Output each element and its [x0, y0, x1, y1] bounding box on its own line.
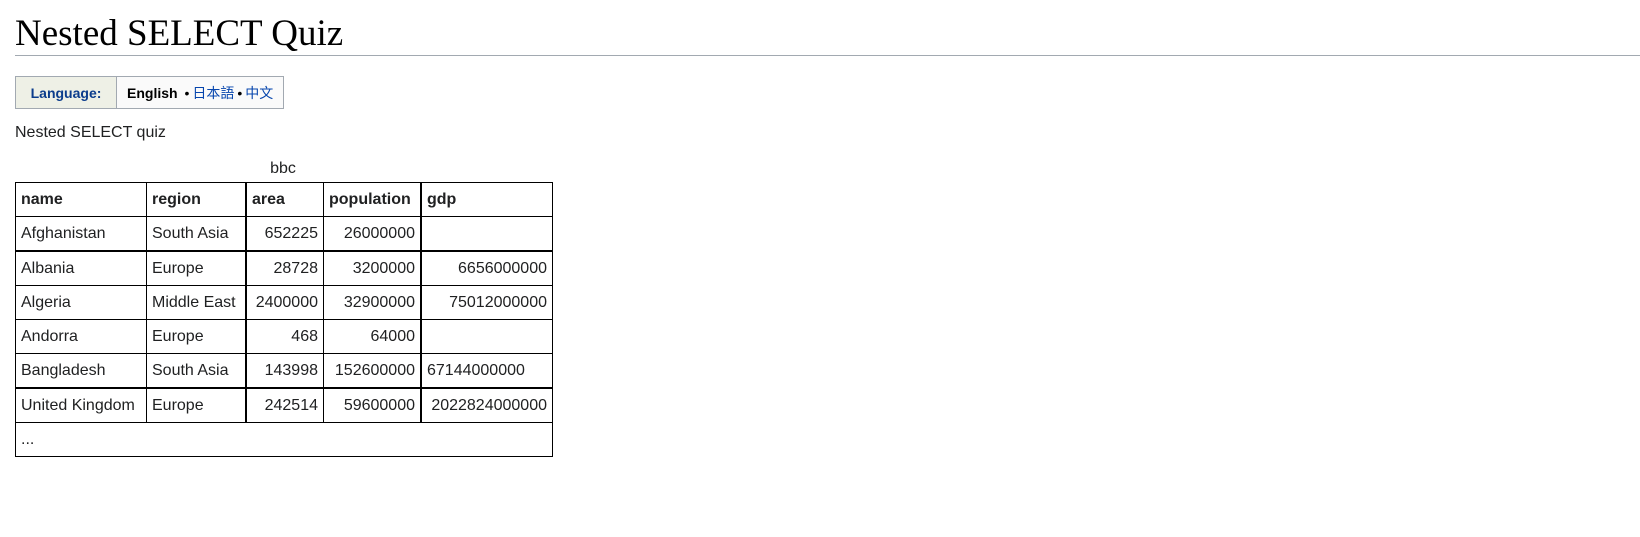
cell-population: 3200000: [323, 250, 422, 286]
cell-name: Bangladesh: [15, 353, 147, 389]
bbc-table: name region area population gdp Afghanis…: [15, 182, 553, 457]
column-header-gdp: gdp: [420, 182, 553, 217]
cell-name: Andorra: [15, 319, 147, 354]
cell-region: South Asia: [146, 216, 247, 252]
cell-region: Europe: [146, 319, 247, 354]
column-header-name: name: [15, 182, 147, 217]
language-link-chinese[interactable]: 中文: [245, 85, 273, 101]
language-separator: •: [237, 84, 243, 101]
cell-population: 32900000: [323, 285, 422, 320]
table-caption: bbc: [270, 160, 296, 177]
cell-name: Algeria: [15, 285, 147, 320]
title-divider: [15, 55, 1640, 56]
cell-population: 152600000: [323, 353, 422, 389]
language-options: English • 日本語 • 中文: [115, 76, 285, 109]
language-current: English: [127, 84, 178, 101]
cell-area: 143998: [245, 353, 324, 389]
cell-population: 59600000: [323, 387, 422, 423]
cell-area: 242514: [245, 387, 324, 423]
cell-name: Afghanistan: [15, 216, 147, 252]
cell-gdp: 67144000000: [420, 353, 553, 389]
table-row: Andorra Europe 468 64000: [15, 319, 553, 354]
cell-area: 468: [245, 319, 324, 354]
cell-area: 28728: [245, 250, 324, 286]
table-row: Algeria Middle East 2400000 32900000 750…: [15, 285, 553, 320]
cell-region: Europe: [146, 250, 247, 286]
cell-gdp: [420, 319, 553, 354]
table-row: United Kingdom Europe 242514 59600000 20…: [15, 387, 553, 423]
cell-region: South Asia: [146, 353, 247, 389]
cell-name: Albania: [15, 250, 147, 286]
cell-region: Europe: [146, 387, 247, 423]
language-separator: •: [184, 84, 190, 101]
cell-gdp: [420, 216, 553, 252]
cell-area: 2400000: [245, 285, 324, 320]
language-link-japanese[interactable]: 日本語: [192, 85, 234, 101]
cell-population: 26000000: [323, 216, 422, 252]
column-header-population: population: [323, 182, 422, 217]
table-row: Afghanistan South Asia 652225 26000000: [15, 216, 553, 252]
table-row: Albania Europe 28728 3200000 6656000000: [15, 250, 553, 286]
table-row-ellipsis: ...: [15, 422, 553, 457]
column-header-region: region: [146, 182, 247, 217]
ellipsis-cell: ...: [15, 422, 553, 457]
cell-gdp: 75012000000: [420, 285, 553, 320]
quiz-description: Nested SELECT quiz: [15, 124, 166, 141]
language-label: Language:: [15, 76, 117, 109]
table-row: Bangladesh South Asia 143998 152600000 6…: [15, 353, 553, 389]
page-title: Nested SELECT Quiz: [15, 13, 344, 54]
column-header-area: area: [245, 182, 324, 217]
cell-gdp: 6656000000: [420, 250, 553, 286]
cell-population: 64000: [323, 319, 422, 354]
language-bar: Language: English • 日本語 • 中文: [15, 76, 285, 109]
cell-area: 652225: [245, 216, 324, 252]
cell-gdp: 2022824000000: [420, 387, 553, 423]
page-content: Nested SELECT Quiz Language: English • 日本…: [15, 0, 1640, 457]
table-header-row: name region area population gdp: [15, 182, 553, 217]
cell-region: Middle East: [146, 285, 247, 320]
cell-name: United Kingdom: [15, 387, 147, 423]
